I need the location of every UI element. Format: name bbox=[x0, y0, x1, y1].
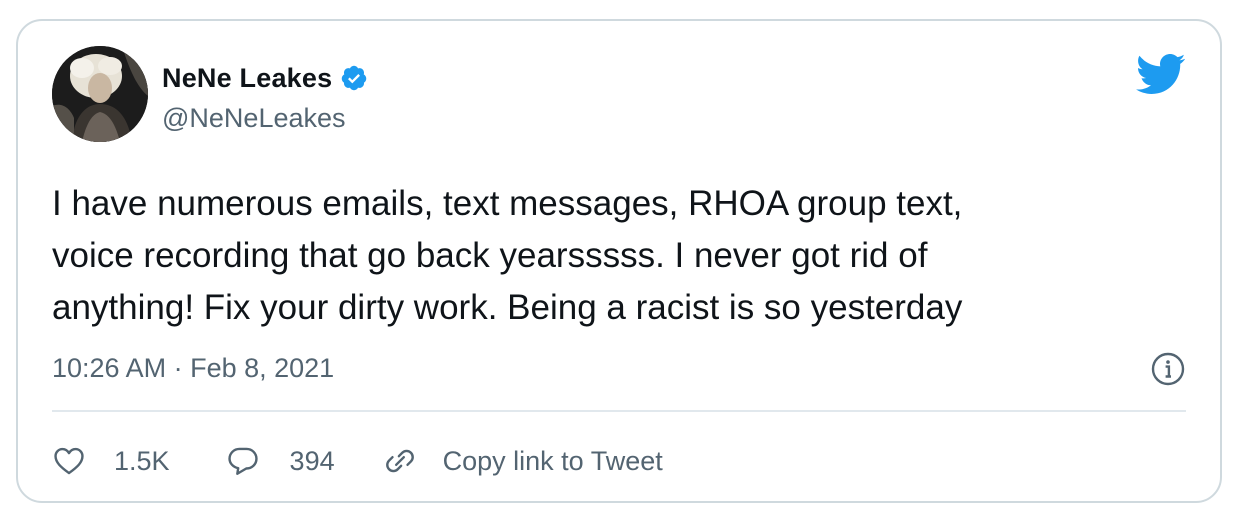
heart-icon bbox=[54, 447, 84, 475]
tweet-text: I have numerous emails, text messages, R… bbox=[52, 184, 963, 327]
copy-link-button[interactable]: Copy link to Tweet bbox=[383, 444, 663, 478]
avatar-image bbox=[52, 46, 148, 142]
link-icon bbox=[385, 449, 414, 473]
tweet-timestamp[interactable]: 10:26 AM · Feb 8, 2021 bbox=[52, 353, 334, 384]
tweet-actions: 1.5K 394 Copy link to Tweet bbox=[52, 439, 663, 483]
verified-badge-icon bbox=[340, 64, 368, 92]
copy-link-label: Copy link to Tweet bbox=[442, 445, 663, 476]
divider bbox=[52, 410, 1186, 412]
avatar[interactable] bbox=[52, 46, 148, 142]
like-count: 1.5K bbox=[114, 445, 170, 476]
author-name-row[interactable]: NeNe Leakes bbox=[162, 61, 368, 95]
reply-button[interactable]: 394 bbox=[226, 444, 335, 478]
reply-count: 394 bbox=[289, 445, 335, 476]
reply-bubble-icon bbox=[227, 447, 258, 475]
author-handle[interactable]: @NeNeLeakes bbox=[162, 103, 346, 134]
like-button[interactable]: 1.5K bbox=[52, 444, 170, 478]
info-icon[interactable] bbox=[1150, 351, 1186, 387]
author-display-name[interactable]: NeNe Leakes bbox=[162, 63, 332, 94]
twitter-bird-icon[interactable] bbox=[1134, 52, 1186, 96]
tweet-card[interactable]: NeNe Leakes @NeNeLeakes I have numerous … bbox=[16, 19, 1222, 503]
